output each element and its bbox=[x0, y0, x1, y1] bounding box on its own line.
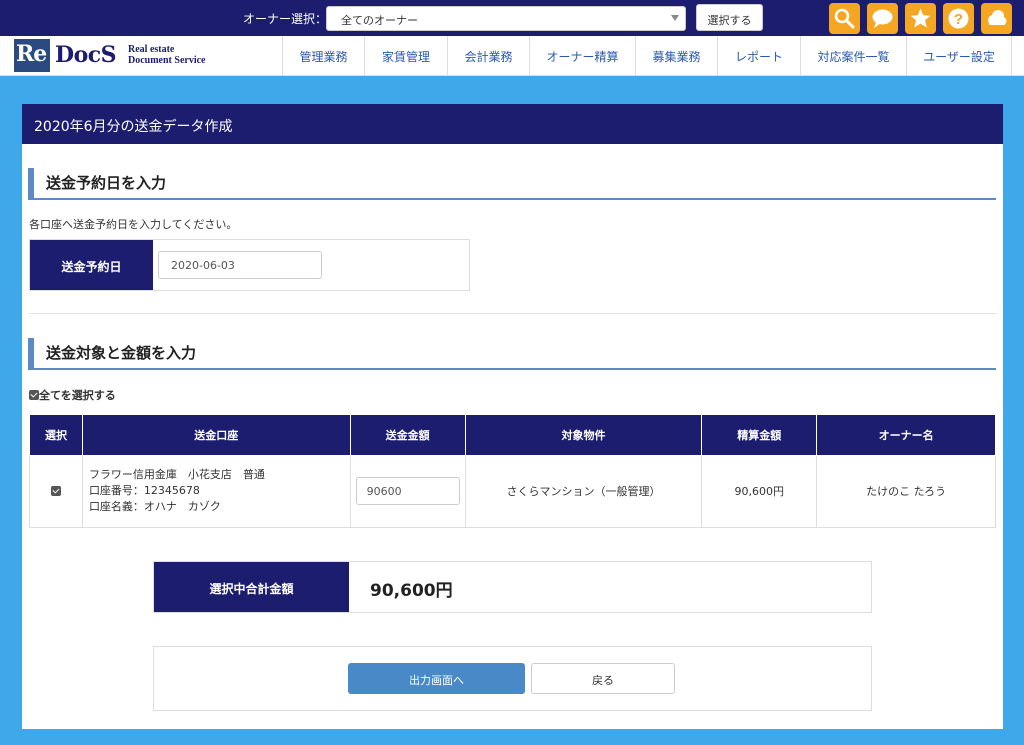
amount-input[interactable]: 90600 bbox=[355, 477, 460, 505]
nav-item-user-settings[interactable]: ユーザー設定 bbox=[906, 36, 1012, 75]
date-label: 送金予約日 bbox=[30, 240, 153, 290]
logo-subtitle-line2: Document Service bbox=[128, 55, 206, 66]
chat-icon[interactable] bbox=[867, 3, 898, 34]
amount-cell: 90600 bbox=[349, 454, 466, 528]
col-header-select: 選択 bbox=[29, 415, 83, 456]
section-title-targets: 送金対象と金額を入力 bbox=[28, 338, 996, 370]
total-value: 90,600円 bbox=[370, 581, 453, 601]
row-checkbox[interactable] bbox=[50, 485, 61, 496]
account-number: 口座番号：12345678 bbox=[88, 484, 200, 497]
date-form-row: 送金予約日 2020-06-03 bbox=[29, 239, 470, 291]
nav-item-accounting[interactable]: 会計業務 bbox=[447, 36, 529, 75]
transfer-table: 選択 送金口座 送金金額 対象物件 精算金額 オーナー名 フラワー信用金庫 小花… bbox=[29, 415, 996, 528]
col-header-property: 対象物件 bbox=[464, 415, 703, 456]
logo-subtitle: Real estate Document Service bbox=[128, 44, 205, 66]
account-bank-branch: フラワー信用金庫 小花支店 普通 bbox=[88, 468, 265, 481]
svg-text:?: ? bbox=[954, 11, 963, 28]
nav-item-owner-settlement[interactable]: オーナー精算 bbox=[529, 36, 635, 75]
top-bar: オーナー選択： 全てのオーナー 選択する ? bbox=[0, 0, 1024, 36]
logo-subtitle-line1: Real estate bbox=[128, 44, 175, 55]
section-divider bbox=[29, 313, 997, 314]
select-all-label: 全てを選択する bbox=[39, 389, 116, 402]
property-cell: さくらマンション（一般管理） bbox=[464, 454, 703, 528]
select-all-checkbox[interactable]: 全てを選択する bbox=[29, 387, 116, 403]
app-header: Re DocS Real estate Document Service 管理業… bbox=[0, 36, 1024, 76]
settlement-cell: 90,600円 bbox=[701, 454, 818, 528]
page-title: 2020年6月分の送金データ作成 bbox=[22, 104, 1003, 144]
checkbox-checked-icon bbox=[29, 390, 39, 400]
date-hint-text: 各口座へ送金予約日を入力してください。 bbox=[29, 218, 238, 231]
action-bar: 出力画面へ 戻る bbox=[153, 646, 872, 711]
back-button[interactable]: 戻る bbox=[531, 663, 675, 694]
logo-re-mark: Re bbox=[14, 39, 50, 72]
row-select-cell bbox=[29, 454, 83, 528]
search-icon[interactable] bbox=[829, 3, 860, 34]
table-row: フラワー信用金庫 小花支店 普通 口座番号：12345678 口座名義：オハナ … bbox=[29, 454, 996, 528]
nav-item-recruitment[interactable]: 募集業務 bbox=[635, 36, 717, 75]
nav-item-report[interactable]: レポート bbox=[717, 36, 800, 75]
col-header-owner: オーナー名 bbox=[816, 415, 996, 456]
logo-docs-text: DocS bbox=[55, 42, 117, 68]
nav-item-rent[interactable]: 家賃管理 bbox=[364, 36, 447, 75]
account-cell: フラワー信用金庫 小花支店 普通 口座番号：12345678 口座名義：オハナ … bbox=[81, 454, 351, 528]
owner-select-button[interactable]: 選択する bbox=[696, 4, 763, 31]
total-label: 選択中合計金額 bbox=[154, 562, 349, 612]
nav-item-management[interactable]: 管理業務 bbox=[282, 36, 364, 75]
redocs-logo[interactable]: Re DocS Real estate Document Service bbox=[14, 39, 214, 73]
section-title-date: 送金予約日を入力 bbox=[28, 168, 996, 200]
help-icon[interactable]: ? bbox=[943, 3, 974, 34]
cloud-icon[interactable] bbox=[981, 3, 1012, 34]
account-holder: 口座名義：オハナ カゾク bbox=[88, 500, 221, 513]
owner-select[interactable]: 全てのオーナー bbox=[326, 6, 686, 31]
star-icon[interactable] bbox=[905, 3, 936, 34]
total-summary: 選択中合計金額 90,600円 bbox=[153, 561, 872, 613]
owner-select-label: オーナー選択： bbox=[243, 12, 328, 26]
main-panel: 2020年6月分の送金データ作成 送金予約日を入力 各口座へ送金予約日を入力して… bbox=[22, 104, 1003, 729]
dropdown-arrow-icon bbox=[671, 15, 679, 21]
output-screen-button[interactable]: 出力画面へ bbox=[348, 663, 525, 694]
col-header-account: 送金口座 bbox=[81, 415, 351, 456]
table-header-row: 選択 送金口座 送金金額 対象物件 精算金額 オーナー名 bbox=[29, 415, 996, 456]
transfer-date-input[interactable]: 2020-06-03 bbox=[158, 251, 322, 279]
col-header-amount: 送金金額 bbox=[349, 415, 466, 456]
col-header-settlement: 精算金額 bbox=[701, 415, 818, 456]
nav-item-case-list[interactable]: 対応案件一覧 bbox=[800, 36, 906, 75]
owner-select-value: 全てのオーナー bbox=[341, 14, 418, 27]
owner-cell: たけのこ たろう bbox=[816, 454, 996, 528]
main-nav: 管理業務 家賃管理 会計業務 オーナー精算 募集業務 レポート 対応案件一覧 ユ… bbox=[282, 36, 1012, 75]
